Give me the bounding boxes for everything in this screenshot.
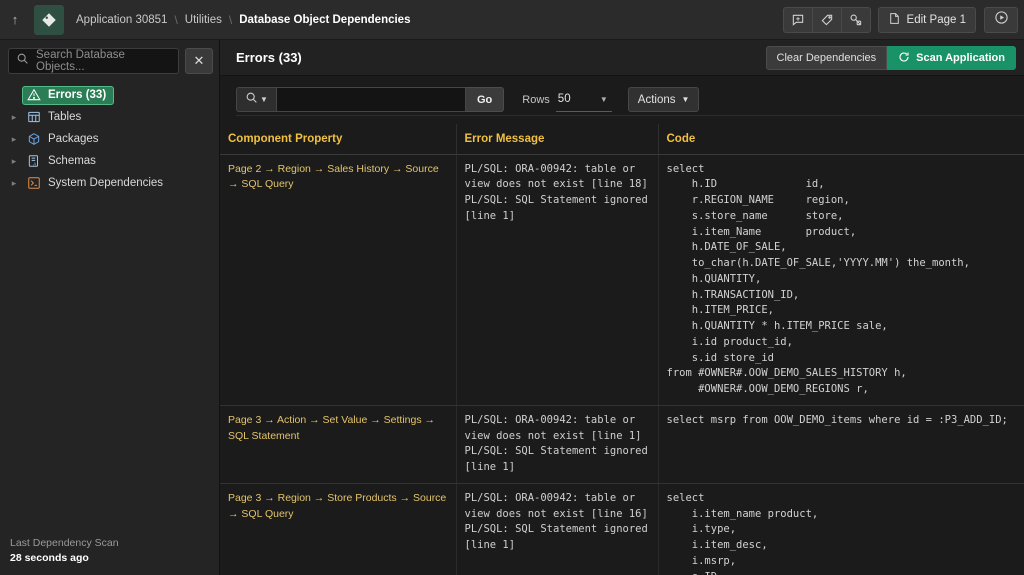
rows-label: Rows [522,94,550,106]
sidebar: Search Database Objects... ✕ Errors (33) [0,40,220,575]
edit-page-button[interactable]: Edit Page 1 [878,7,976,33]
sidebar-item-tables[interactable]: ▸ Tables [0,106,219,128]
clear-dependencies-button[interactable]: Clear Dependencies [766,46,888,70]
top-bar: ↑ Application 30851 \ Utilities \ Databa… [0,0,1024,40]
chevron-down-icon: ▼ [600,95,608,104]
column-header-error-message[interactable]: Error Message [456,124,658,154]
package-cube-icon [26,132,41,147]
sidebar-item-packages[interactable]: ▸ Packages [0,128,219,150]
sidebar-item-label: Schemas [48,155,96,167]
main-content: Errors (33) Clear Dependencies Scan Appl… [220,40,1024,575]
database-objects-tree: Errors (33) ▸ Tables ▸ [0,82,219,194]
svg-text:A: A [33,162,36,167]
clear-search-button[interactable]: ✕ [185,48,213,74]
rows-per-page-select[interactable]: 50 ▼ [556,87,612,112]
cell-code: select h.ID id, r.REGION_NAME region, s.… [658,154,1024,405]
search-database-objects-field[interactable]: Search Database Objects... [8,48,179,74]
report-table-wrapper: Component Property Error Message Code Pa… [220,124,1024,575]
errors-table: Component Property Error Message Code Pa… [220,124,1024,575]
chevron-down-icon: ▼ [682,95,690,104]
close-icon: ✕ [194,53,205,69]
report-toolbar: ▼ Go Rows 50 ▼ Actions ▼ [236,86,1024,116]
sidebar-item-errors[interactable]: Errors (33) [0,84,219,106]
chevron-right-icon[interactable]: ▸ [6,134,22,145]
search-input-placeholder: Search Database Objects... [36,49,171,73]
scan-application-label: Scan Application [916,52,1005,64]
search-column-selector[interactable]: ▼ [236,87,276,112]
table-row: Page 3 → Region → Store Products → Sourc… [220,483,1024,575]
cell-error-message: PL/SQL: ORA-00942: table or view does no… [456,405,658,483]
play-icon [994,10,1009,30]
page-edit-icon [888,12,901,28]
breadcrumb-item-current: Database Object Dependencies [239,14,410,26]
schema-icon: A [26,154,41,169]
last-scan-label: Last Dependency Scan [10,536,119,552]
main-header: Errors (33) Clear Dependencies Scan Appl… [220,40,1024,76]
top-bar-icon-group [783,7,870,33]
table-header-row: Component Property Error Message Code [220,124,1024,154]
interactive-report-region: ▼ Go Rows 50 ▼ Actions ▼ [220,76,1024,575]
chevron-right-icon[interactable]: ▸ [6,156,22,167]
breadcrumb-separator: \ [174,13,177,27]
refresh-icon [898,51,910,66]
run-application-button[interactable] [984,7,1018,33]
sidebar-item-label: System Dependencies [48,177,163,189]
cell-error-message: PL/SQL: ORA-00942: table or view does no… [456,483,658,575]
cell-error-message: PL/SQL: ORA-00942: table or view does no… [456,154,658,405]
cell-component-property[interactable]: Page 2 → Region → Sales History → Source… [220,154,456,405]
actions-label: Actions [638,94,676,106]
search-icon [245,91,258,109]
sidebar-item-label: Errors (33) [48,89,106,101]
theme-roller-icon[interactable] [841,7,871,33]
sidebar-item-label: Packages [48,133,99,145]
header-actions: Clear Dependencies Scan Application [766,40,1017,76]
sidebar-search-row: Search Database Objects... ✕ [0,40,219,82]
tag-icon[interactable] [812,7,842,33]
clear-dependencies-label: Clear Dependencies [777,52,877,64]
top-bar-actions: Edit Page 1 [783,0,1018,40]
apex-tag-logo-icon[interactable] [34,5,64,35]
cell-component-property[interactable]: Page 3 → Action → Set Value → Settings →… [220,405,456,483]
cell-component-property[interactable]: Page 3 → Region → Store Products → Sourc… [220,483,456,575]
system-dependencies-icon [26,176,41,191]
rows-value: 50 [558,93,571,105]
go-button[interactable]: Go [466,87,504,112]
errors-warning-icon [26,88,41,103]
search-icon [16,52,29,70]
report-search-input[interactable] [276,87,466,112]
page-title: Errors (33) [236,50,302,65]
breadcrumb: Application 30851 \ Utilities \ Database… [76,13,410,27]
sidebar-item-schemas[interactable]: ▸ A Schemas [0,150,219,172]
table-row: Page 3 → Action → Set Value → Settings →… [220,405,1024,483]
actions-menu-button[interactable]: Actions ▼ [628,87,700,112]
column-header-code[interactable]: Code [658,124,1024,154]
column-header-component-property[interactable]: Component Property [220,124,456,154]
table-icon [26,110,41,125]
scan-application-button[interactable]: Scan Application [887,46,1016,70]
feedback-icon[interactable] [783,7,813,33]
arrow-up-icon[interactable]: ↑ [0,0,30,40]
breadcrumb-item-application[interactable]: Application 30851 [76,14,167,26]
sidebar-item-label: Tables [48,111,81,123]
last-scan-value: 28 seconds ago [10,551,119,567]
sidebar-item-system-dependencies[interactable]: ▸ System Dependencies [0,172,219,194]
chevron-down-icon: ▼ [260,95,268,104]
breadcrumb-item-utilities[interactable]: Utilities [185,14,222,26]
cell-code: select i.item_name product, i.type, i.it… [658,483,1024,575]
edit-page-label: Edit Page 1 [907,14,966,26]
chevron-right-icon[interactable]: ▸ [6,112,22,123]
chevron-right-icon[interactable]: ▸ [6,178,22,189]
cell-code: select msrp from OOW_DEMO_items where id… [658,405,1024,483]
breadcrumb-separator: \ [229,13,232,27]
last-dependency-scan: Last Dependency Scan 28 seconds ago [10,536,119,568]
table-row: Page 2 → Region → Sales History → Source… [220,154,1024,405]
go-label: Go [477,94,492,106]
